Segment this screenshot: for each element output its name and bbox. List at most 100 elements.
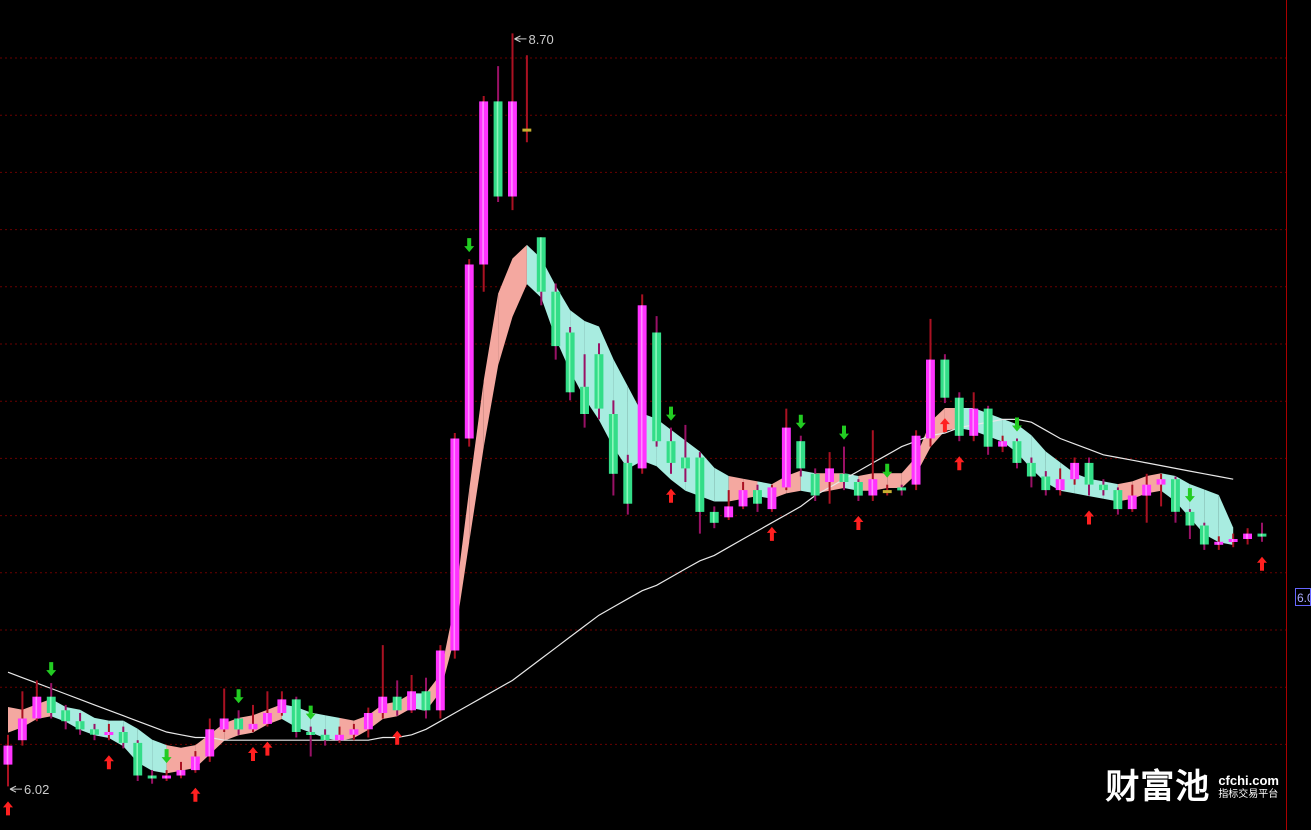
sell-arrow-icon (666, 406, 676, 421)
candle-highlight (439, 650, 441, 711)
candle-highlight (453, 438, 456, 651)
candle-highlight (1203, 525, 1205, 545)
candle-highlight (136, 742, 138, 776)
candle-highlight (1217, 541, 1219, 545)
buy-arrow-icon (853, 516, 864, 530)
band-segment-down (714, 467, 729, 502)
candle-highlight (21, 718, 23, 741)
candle-highlight (857, 482, 859, 496)
candle-highlight (612, 414, 614, 474)
candle-highlight (756, 490, 758, 504)
candle-highlight (1044, 476, 1047, 491)
candle-highlight (914, 435, 917, 485)
candle-highlight (511, 101, 513, 197)
candle-highlight (684, 457, 686, 469)
candlestick-chart: 8.70 6.02 (0, 0, 1287, 830)
buy-arrow-icon (1257, 556, 1267, 571)
candle-highlight (871, 479, 874, 496)
candle-highlight (352, 729, 355, 735)
candle-highlight (194, 756, 196, 771)
buy-arrow-icon (3, 801, 13, 816)
candle-highlight (64, 710, 66, 722)
candle-highlight (1130, 495, 1133, 510)
signal-arrows (3, 238, 1267, 816)
candle-highlight (1030, 462, 1032, 477)
candle-highlight (568, 332, 571, 393)
candle-highlight (669, 441, 672, 463)
candle-highlight (1174, 479, 1176, 512)
candle-highlight (208, 729, 211, 757)
candle-highlight (496, 101, 499, 197)
candle-highlight (1246, 533, 1248, 539)
candle-highlight (698, 457, 701, 512)
candle-highlight (78, 721, 81, 730)
candle-highlight (165, 775, 167, 779)
candle-highlight (309, 732, 311, 735)
candle-highlight (1102, 484, 1104, 491)
trend-band (8, 244, 1234, 774)
candle-highlight (424, 691, 427, 711)
annotation-pointer (9, 785, 22, 793)
candle-highlight (1159, 479, 1162, 485)
annotation-label: 8.70 (528, 32, 553, 47)
band-segment-down (1218, 495, 1234, 545)
candle-highlight (943, 359, 946, 398)
annotation-label: 6.02 (24, 782, 49, 797)
candle-highlight (1145, 484, 1147, 496)
candle-highlight (799, 441, 801, 469)
candle-highlight (410, 691, 412, 711)
candle-highlight (467, 264, 470, 439)
candle-highlight (49, 696, 52, 713)
buy-arrow-icon (103, 755, 114, 770)
buy-arrow-icon (1084, 510, 1094, 525)
candle-highlight (540, 237, 542, 292)
candle-highlight (727, 506, 729, 518)
candle-highlight (280, 699, 283, 713)
candle-highlight (35, 696, 38, 719)
candle-highlight (150, 775, 153, 779)
sell-arrow-icon (795, 414, 806, 429)
candle-highlight (842, 473, 845, 482)
candle-highlight (1260, 533, 1263, 537)
candle-highlight (251, 723, 254, 730)
candle-highlight (655, 332, 657, 442)
band-segment-down (152, 739, 167, 774)
candle-highlight (958, 397, 960, 436)
candle-highlight (785, 427, 787, 488)
candle-highlight (1058, 479, 1061, 491)
candle-highlight (583, 386, 585, 414)
candle-highlight (1001, 441, 1003, 447)
band-segment-up (483, 293, 499, 448)
candle-highlight (1231, 539, 1234, 542)
candle-highlight (597, 354, 600, 409)
candle-highlight (93, 729, 95, 735)
candle-highlight (482, 101, 484, 265)
candle-highlight (179, 770, 182, 776)
candle-highlight (381, 696, 383, 713)
annotation-pointer (514, 35, 527, 43)
sell-arrow-icon (839, 425, 849, 440)
candle-highlight (367, 713, 369, 730)
candle-body (882, 490, 892, 494)
candle-highlight (323, 734, 326, 741)
candle-highlight (1073, 462, 1075, 480)
buy-arrow-icon (248, 747, 258, 761)
candle-highlight (1087, 462, 1090, 485)
candle-highlight (929, 359, 931, 439)
sell-arrow-icon (464, 238, 475, 253)
candle-highlight (107, 732, 110, 735)
candle-highlight (395, 696, 398, 711)
candle-highlight (1188, 511, 1191, 526)
candle-highlight (122, 732, 124, 743)
candle-body (522, 128, 532, 132)
buy-arrow-icon (766, 526, 777, 541)
candle-highlight (222, 718, 225, 730)
candle-highlight (626, 462, 629, 504)
candle-highlight (770, 487, 773, 510)
buy-arrow-icon (190, 787, 201, 802)
candle-highlight (972, 408, 974, 436)
candle-highlight (554, 291, 556, 347)
candle-highlight (900, 487, 902, 491)
candle-highlight (338, 734, 340, 741)
watermark: 财富池 cfchi.com 指标交易平台 (1105, 770, 1279, 804)
